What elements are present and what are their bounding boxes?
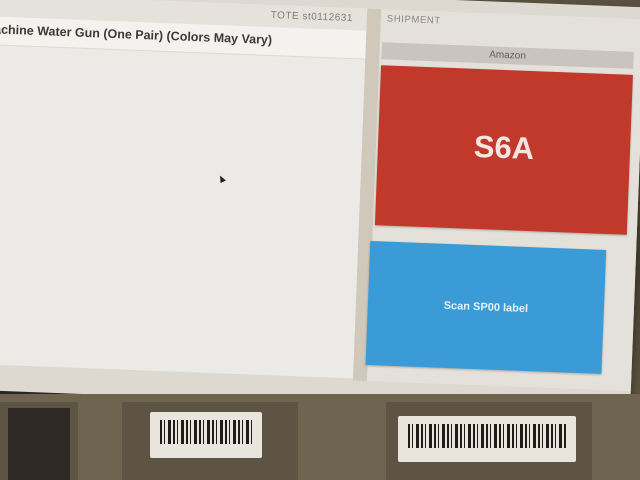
mouse-cursor-icon — [217, 174, 226, 184]
monitor-screen: TOTE st0112631 achine Water Gun (One Pai… — [0, 0, 640, 422]
barcode-label — [150, 412, 262, 458]
photo-scene: TOTE st0112631 achine Water Gun (One Pai… — [0, 0, 640, 480]
sort-code-tile[interactable]: S6A — [374, 65, 633, 235]
box-middle — [122, 402, 298, 480]
box-right — [386, 402, 592, 480]
box-logo-area — [8, 408, 70, 480]
scan-label-tile[interactable]: Scan SP00 label — [365, 240, 607, 374]
cardboard-boxes — [0, 394, 640, 480]
box-left — [0, 402, 78, 480]
barcode-icon — [160, 420, 252, 444]
scan-prompt: Scan SP00 label — [443, 299, 529, 316]
shipment-panel: SHIPMENT Amazon S6A Scan SP00 label — [365, 9, 640, 392]
barcode-icon — [408, 424, 566, 448]
item-title: achine Water Gun (One Pair) (Colors May … — [0, 22, 273, 48]
item-panel: TOTE st0112631 achine Water Gun (One Pai… — [0, 0, 368, 379]
shipment-header: SHIPMENT — [386, 13, 441, 27]
carrier-name: Amazon — [489, 49, 527, 62]
sort-code: S6A — [473, 128, 535, 167]
carrier-bar: Amazon — [381, 42, 634, 69]
tote-label: TOTE st0112631 — [270, 9, 354, 25]
barcode-label — [398, 416, 576, 462]
